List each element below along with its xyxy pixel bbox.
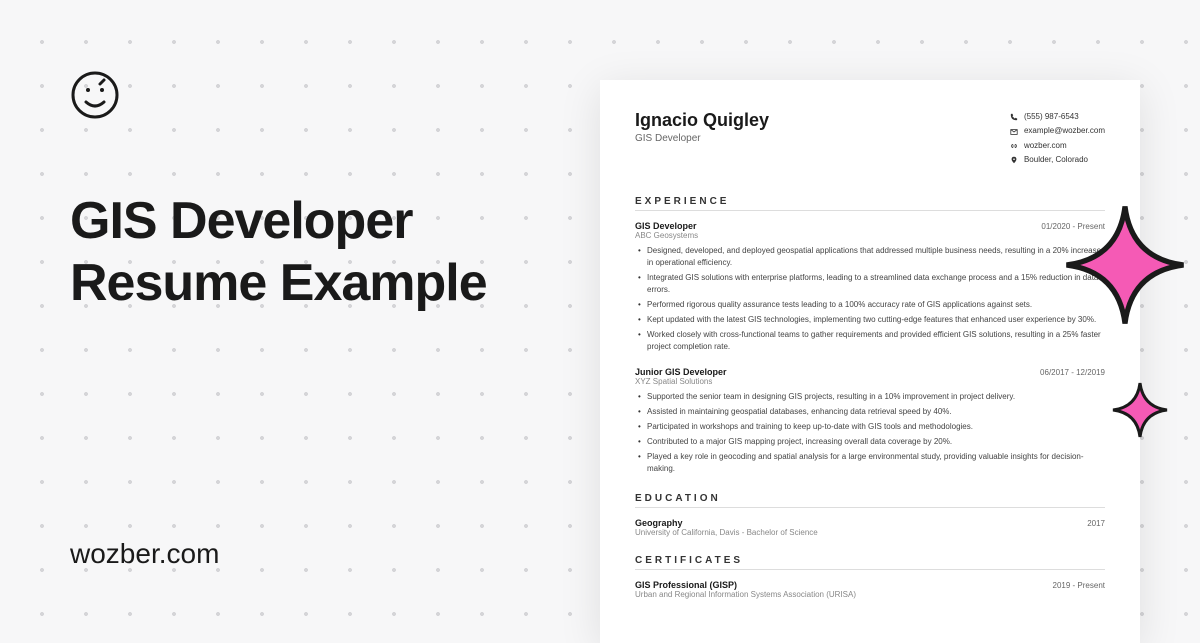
email-text: example@wozber.com [1024, 124, 1105, 138]
left-panel: GIS Developer Resume Example wozber.com [70, 70, 530, 570]
experience-section-title: EXPERIENCE [635, 196, 1105, 211]
job-title: Junior GIS Developer [635, 367, 727, 377]
title-line-1: GIS Developer [70, 192, 412, 250]
job-bullet: Worked closely with cross-functional tea… [635, 329, 1105, 353]
resume-name: Ignacio Quigley [635, 110, 769, 131]
sparkle-small-icon [1110, 380, 1170, 440]
certificate-dates: 2019 - Present [1053, 581, 1105, 590]
resume-identity: Ignacio Quigley GIS Developer [635, 110, 769, 168]
page-title: GIS Developer Resume Example [70, 190, 530, 315]
certificate-entry: GIS Professional (GISP) 2019 - Present U… [635, 580, 1105, 599]
resume-role: GIS Developer [635, 133, 769, 144]
contact-block: (555) 987-6543 example@wozber.com wozber… [1010, 110, 1105, 168]
contact-email: example@wozber.com [1010, 124, 1105, 138]
job-bullet: Performed rigorous quality assurance tes… [635, 299, 1105, 311]
job-bullet: Integrated GIS solutions with enterprise… [635, 272, 1105, 296]
certificate-name: GIS Professional (GISP) [635, 580, 737, 590]
sparkle-large-icon [1060, 200, 1190, 330]
job-title: GIS Developer [635, 221, 697, 231]
job-bullet: Supported the senior team in designing G… [635, 391, 1105, 403]
education-year: 2017 [1087, 519, 1105, 528]
resume-document: Ignacio Quigley GIS Developer (555) 987-… [600, 80, 1140, 643]
contact-phone: (555) 987-6543 [1010, 110, 1105, 124]
job-bullet: Kept updated with the latest GIS technol… [635, 314, 1105, 326]
resume-header: Ignacio Quigley GIS Developer (555) 987-… [635, 110, 1105, 168]
phone-icon [1010, 113, 1018, 121]
location-text: Boulder, Colorado [1024, 153, 1088, 167]
education-section-title: EDUCATION [635, 493, 1105, 508]
job-entry: GIS Developer 01/2020 - Present ABC Geos… [635, 221, 1105, 353]
job-entry: Junior GIS Developer 06/2017 - 12/2019 X… [635, 367, 1105, 475]
phone-text: (555) 987-6543 [1024, 110, 1079, 124]
wozber-logo-icon [70, 70, 120, 120]
job-bullet: Designed, developed, and deployed geospa… [635, 245, 1105, 269]
contact-website: wozber.com [1010, 139, 1105, 153]
job-bullet: Played a key role in geocoding and spati… [635, 451, 1105, 475]
job-company: ABC Geosystems [635, 231, 1105, 240]
job-bullet: Participated in workshops and training t… [635, 421, 1105, 433]
education-entry: Geography 2017 University of California,… [635, 518, 1105, 537]
job-company: XYZ Spatial Solutions [635, 377, 1105, 386]
job-bullets: Supported the senior team in designing G… [635, 391, 1105, 475]
job-dates: 06/2017 - 12/2019 [1040, 368, 1105, 377]
title-line-2: Resume Example [70, 254, 487, 312]
contact-location: Boulder, Colorado [1010, 153, 1105, 167]
job-bullet: Assisted in maintaining geospatial datab… [635, 406, 1105, 418]
certificates-section-title: CERTIFICATES [635, 555, 1105, 570]
brand-label: wozber.com [70, 538, 530, 570]
location-icon [1010, 156, 1018, 164]
job-bullets: Designed, developed, and deployed geospa… [635, 245, 1105, 353]
jobs-list: GIS Developer 01/2020 - Present ABC Geos… [635, 221, 1105, 475]
website-text: wozber.com [1024, 139, 1067, 153]
link-icon [1010, 142, 1018, 150]
certificate-org: Urban and Regional Information Systems A… [635, 590, 1105, 599]
job-bullet: Contributed to a major GIS mapping proje… [635, 436, 1105, 448]
email-icon [1010, 128, 1018, 136]
education-school: University of California, Davis - Bachel… [635, 528, 1105, 537]
education-degree: Geography [635, 518, 683, 528]
